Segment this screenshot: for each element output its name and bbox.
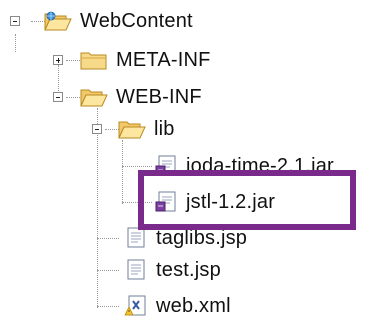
folder-open-icon	[118, 117, 146, 141]
tree-item-label: web.xml	[156, 294, 231, 317]
expand-toggle[interactable]	[53, 55, 63, 65]
tree-item-jstl-jar[interactable]: jstl-1.2.jar	[154, 187, 275, 217]
tree-item-test-jsp[interactable]: test.jsp	[124, 255, 221, 285]
tree-guide-line	[97, 270, 119, 271]
tree-item-webcontent[interactable]: WebContent	[44, 6, 193, 36]
tree-item-lib[interactable]: lib	[118, 114, 175, 144]
tree-guide-line	[122, 140, 123, 204]
folder-icon	[80, 48, 108, 72]
collapse-toggle[interactable]	[10, 16, 20, 26]
tree-guide-line	[97, 238, 119, 239]
tree-item-label: META-INF	[116, 48, 211, 71]
tree-item-label: WEB-INF	[116, 85, 202, 108]
collapse-toggle[interactable]	[92, 124, 102, 134]
project-explorer-tree: WebContent META-INF WEB-INF lib joda-tim…	[0, 0, 368, 322]
folder-open-icon	[44, 9, 72, 33]
tree-guide-line	[97, 306, 119, 307]
tree-item-label: lib	[154, 117, 175, 140]
tree-guide-line	[15, 34, 16, 52]
xml-file-icon	[124, 294, 148, 318]
tree-item-meta-inf[interactable]: META-INF	[80, 45, 211, 75]
collapse-toggle[interactable]	[53, 92, 63, 102]
tree-guide-line	[122, 166, 152, 167]
tree-item-label: test.jsp	[156, 258, 221, 281]
tree-item-label: WebContent	[80, 9, 193, 32]
folder-open-icon	[80, 85, 108, 109]
tree-item-web-xml[interactable]: web.xml	[124, 291, 231, 321]
tree-item-web-inf[interactable]: WEB-INF	[80, 82, 202, 112]
tree-guide-line	[97, 108, 98, 308]
tree-item-label: jstl-1.2.jar	[186, 190, 276, 213]
jsp-file-icon	[124, 258, 148, 282]
jar-file-icon	[154, 190, 178, 214]
